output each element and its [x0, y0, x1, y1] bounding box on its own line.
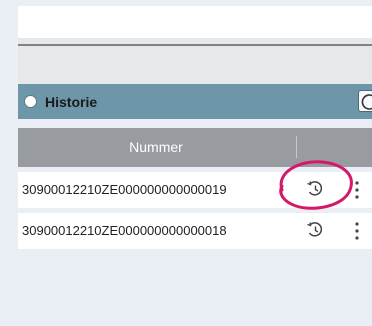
table-row[interactable]: 30900012210ZE000000000000019 [18, 172, 372, 208]
toolbar-band [18, 38, 372, 84]
table-row[interactable]: 30900012210ZE000000000000018 [18, 213, 372, 249]
more-vertical-icon[interactable] [354, 180, 360, 200]
section-title: Historie [45, 93, 98, 110]
nummer-cell: 30900012210ZE000000000000018 [22, 223, 227, 238]
historie-section-header[interactable]: Historie [18, 84, 372, 119]
radio-button[interactable] [24, 95, 37, 108]
column-separator [296, 136, 297, 158]
table-header: Nummer [18, 128, 372, 167]
more-vertical-icon[interactable] [354, 221, 360, 241]
input-area[interactable] [18, 6, 372, 38]
history-icon[interactable] [358, 90, 372, 112]
history-icon[interactable] [305, 179, 325, 199]
history-icon[interactable] [305, 220, 325, 240]
nummer-cell: 30900012210ZE000000000000019 [22, 182, 227, 197]
column-header-nummer[interactable]: Nummer [18, 128, 294, 167]
divider [18, 44, 372, 46]
